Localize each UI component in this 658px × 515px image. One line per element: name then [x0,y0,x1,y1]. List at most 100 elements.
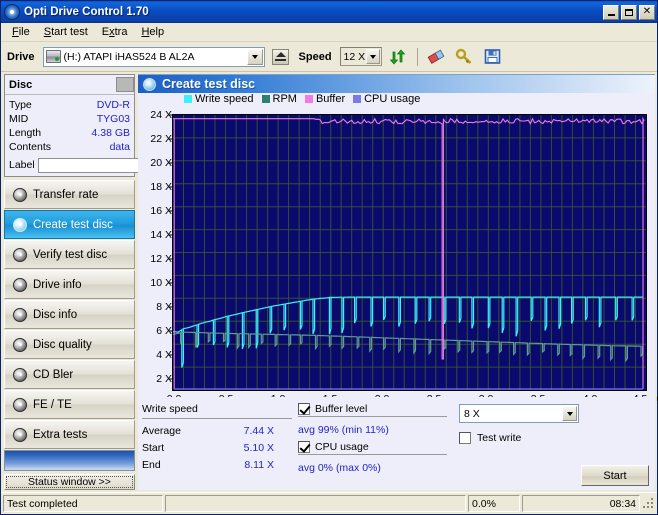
toolbar: Drive (H:) ATAPI iHAS524 B AL2A Speed 12… [1,42,657,72]
resize-grip[interactable] [643,497,655,510]
start-button[interactable]: Start [581,465,649,486]
write-controls: 8 X Test write Start [453,403,655,490]
chevron-down-icon[interactable] [246,48,263,65]
app-window: Opti Drive Control 1.70 ✕ File Start tes… [0,0,658,515]
menu-start-test[interactable]: Start test [37,24,95,40]
menu-start-test-rest: tart test [51,26,88,38]
drive-select-value: (H:) ATAPI iHAS524 B AL2A [63,50,195,63]
sidebar-item-label: Disc quality [33,338,92,351]
disc-row-length-value: 4.38 GB [91,127,130,139]
disc-icon [13,367,27,382]
cpu-usage-checkbox[interactable] [298,441,310,453]
sidebar-item-cd-bler[interactable]: CD Bler [4,360,135,389]
disc-row-mid: MID TYG03 [9,112,130,126]
disc-row-contents-key: Contents [9,141,52,153]
divider [298,416,447,417]
sidebar-item-disc-info[interactable]: Disc info [4,300,135,329]
sidebar-item-label: Extra tests [33,428,88,441]
buffer-avg-text: avg 99% (min 11%) [298,424,389,436]
cpu-avg-text: avg 0% (max 0%) [298,462,381,474]
stat-key-start: Start [142,442,165,454]
buffer-level-checkbox-row[interactable]: Buffer level [298,403,453,415]
disc-row-length-key: Length [9,127,42,139]
stat-key-average: Average [142,425,181,437]
chart-plot [172,114,647,391]
window-controls: ✕ [603,4,655,20]
write-speed-select[interactable]: 8 X [459,404,579,423]
stats-panel: Write speed Average 7.44 X Start 5.10 X … [138,397,655,490]
test-write-checkbox[interactable] [459,432,471,444]
disc-icon [13,277,27,292]
sidebar-item-fe-te[interactable]: FE / TE [4,390,135,419]
eject-icon [272,48,290,65]
divider [298,454,447,455]
menu-help-rest: elp [149,26,165,38]
status-window-button[interactable]: Status window >> [4,474,135,490]
sidebar: Disc Type DVD-R MID TYG03 Length 4.38 GB [1,72,196,492]
refresh-button[interactable] [385,44,410,69]
menu-file[interactable]: File [5,24,37,40]
legend-swatch-rpm [261,95,270,103]
maximize-button[interactable] [621,4,637,20]
chevron-down-icon[interactable] [562,406,577,421]
legend-label-write-speed: Write speed [195,93,254,105]
disc-row-type-key: Type [9,99,32,111]
menu-help[interactable]: Help [134,24,171,40]
sidebar-item-label: Drive info [33,278,82,291]
sidebar-item-label: Disc info [33,308,78,321]
drive-icon [45,50,61,63]
disc-icon [13,217,27,232]
sidebar-item-label: CD Bler [33,368,74,381]
legend-label-cpu-usage: CPU usage [364,93,421,105]
test-write-checkbox-row[interactable]: Test write [459,432,655,444]
buffer-level-label: Buffer level [315,403,368,415]
disc-row-mid-value: TYG03 [96,113,130,125]
legend-label-buffer: Buffer [315,93,346,105]
sidebar-item-drive-info[interactable]: Drive info [4,270,135,299]
disc-icon [13,187,27,202]
chart-svg [173,115,646,390]
sidebar-item-disc-quality[interactable]: Disc quality [4,330,135,359]
legend-swatch-cpu-usage [353,95,362,103]
legend-swatch-buffer [304,95,313,103]
sidebar-item-verify-test-disc[interactable]: Verify test disc [4,240,135,269]
progress-percent: 0.0% [468,495,520,512]
key-button[interactable] [452,44,477,69]
test-write-label: Test write [477,432,522,444]
menu-file-rest: ile [18,26,30,38]
sidebar-item-create-test-disc[interactable]: Create test disc [4,210,135,239]
eject-button[interactable] [268,44,293,69]
cpu-usage-label: CPU usage [315,441,369,453]
sidebar-filler [4,450,135,471]
speed-select-value: 12 X [343,50,366,63]
disc-row-contents: Contents data [9,140,130,154]
stat-key-end: End [142,459,161,471]
refresh-icon [389,48,406,65]
disc-row-type-value: DVD-R [96,99,130,111]
title-bar: Opti Drive Control 1.70 ✕ [1,1,657,23]
drive-select[interactable]: (H:) ATAPI iHAS524 B AL2A [42,46,265,67]
disc-info-rows: Type DVD-R MID TYG03 Length 4.38 GB Cont… [5,95,196,176]
close-button[interactable]: ✕ [639,4,655,20]
sidebar-item-label: FE / TE [33,398,72,411]
stat-row-end: End 8.11 X [142,457,298,474]
disc-info-corner-button[interactable] [116,77,134,92]
sidebar-item-transfer-rate[interactable]: Transfer rate [4,180,135,209]
chevron-down-icon[interactable] [365,49,380,64]
status-message: Test completed [3,495,163,512]
sidebar-item-extra-tests[interactable]: Extra tests [4,420,135,449]
cpu-usage-checkbox-row[interactable]: CPU usage [298,441,453,453]
divider [142,418,292,419]
drive-label: Drive [7,50,35,63]
menu-extra[interactable]: Extra [95,24,135,40]
disc-row-mid-key: MID [9,113,29,125]
speed-select[interactable]: 12 X [339,47,382,66]
disc-info-box: Disc Type DVD-R MID TYG03 Length 4.38 GB [4,74,196,177]
legend-swatch-write-speed [184,95,192,103]
minimize-button[interactable] [603,4,619,20]
buffer-level-checkbox[interactable] [298,403,310,415]
key-icon [455,48,474,65]
save-button[interactable] [480,44,505,69]
erase-disc-button[interactable] [424,44,449,69]
elapsed-time: 08:34 [522,495,640,512]
